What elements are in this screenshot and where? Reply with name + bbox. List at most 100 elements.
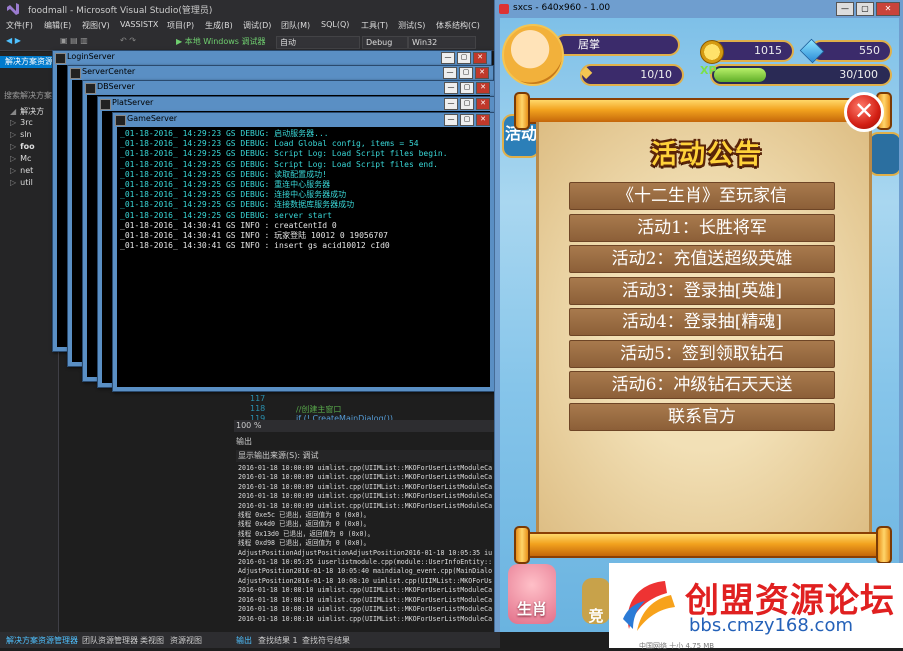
vs-toolbar: ◀ ▶ ▣ ▤ ▥ ↶ ↷ ▶ 本地 Windows 调试器 自动 Debug … [0, 34, 500, 51]
zodiac-nav-button[interactable]: 生肖 [508, 564, 556, 624]
close-button[interactable]: ✕ [476, 114, 490, 126]
stamina-icon: ◆ [580, 62, 593, 81]
output-line: 2016-01-18 10:08:10 uimlist.cpp(UIIMList… [238, 586, 492, 595]
zoom-level-dropdown[interactable]: 100 % [234, 420, 496, 432]
attach-dropdown[interactable]: 自动 [276, 36, 360, 49]
coin-icon [700, 40, 724, 64]
output-line: 2016-01-18 10:00:09 uimlist.cpp(UIIMList… [238, 501, 492, 510]
tab-resource-view[interactable]: 资源视图 [170, 635, 202, 646]
arena-nav-button[interactable]: 竞 [582, 578, 610, 625]
expand-icon: ▷ [10, 130, 17, 139]
menu-project[interactable]: 项目(P) [167, 20, 194, 31]
player-avatar[interactable] [502, 24, 564, 86]
output-lines: 2016-01-18 10:00:09 uimlist.cpp(UIIMList… [238, 464, 492, 632]
close-button[interactable]: ✕ [473, 52, 487, 64]
activity-item[interactable]: 《十二生肖》至玩家信 [569, 182, 835, 210]
tab-class-view[interactable]: 类视图 [140, 635, 164, 646]
menu-test[interactable]: 测试(S) [398, 20, 425, 31]
game-viewport[interactable]: 居掌 1015 550 10/10 ◆ 30/100 XP 活动 活动公告 《十… [500, 18, 899, 632]
solution-item-active[interactable]: ▷ foo [10, 142, 35, 151]
solution-item[interactable]: ▷ net [10, 166, 33, 175]
output-line: AdjustPosition2016-01-18 10:05:40 maindi… [238, 567, 492, 576]
tab-solution-explorer[interactable]: 解决方案资源管理器 [6, 635, 78, 646]
solution-explorer-header[interactable]: 解决方案资源管理器 [0, 56, 58, 68]
menu-build[interactable]: 生成(B) [205, 20, 233, 31]
activity-item[interactable]: 活动5：签到领取钻石 [569, 340, 835, 368]
xp-bar: 30/100 [710, 64, 892, 86]
code-editor[interactable]: 117 118 119 //创建主窗口 if (! CreateMainDial… [234, 390, 496, 432]
close-icon[interactable]: ✕ [844, 92, 884, 132]
console-icon [85, 83, 96, 94]
minimize-button[interactable]: — [444, 82, 458, 94]
activity-item[interactable]: 活动6：冲级钻石天天送 [569, 371, 835, 399]
start-debugging-button[interactable]: ▶ 本地 Windows 调试器 [176, 36, 266, 47]
tab-team-explorer[interactable]: 团队资源管理器 [82, 635, 138, 646]
maximize-button[interactable]: ▢ [460, 98, 474, 110]
output-source-select[interactable]: 显示输出来源(S): 调试 [236, 450, 492, 462]
close-button[interactable]: ✕ [475, 67, 489, 79]
solution-item[interactable]: ◢ 解决方 [10, 106, 44, 117]
console-line: _01-18-2016_ 14:29:23 GS DEBUG: Load Glo… [120, 139, 419, 149]
window-title: ServerCenter [82, 67, 136, 76]
output-line: 2016-01-18 10:08:10 uimlist.cpp(UIIMList… [238, 595, 492, 604]
console-line: _01-18-2016_ 14:29:25 GS DEBUG: 连接数据库服务器… [120, 200, 355, 210]
tab-find-results[interactable]: 查找结果 1 [258, 635, 298, 646]
menu-architecture[interactable]: 体系结构(C) [436, 20, 480, 31]
menu-file[interactable]: 文件(F) [6, 20, 33, 31]
activity-item[interactable]: 活动4：登录抽[精魂] [569, 308, 835, 336]
activity-item[interactable]: 活动3：登录抽[英雄] [569, 277, 835, 305]
platform-dropdown[interactable]: Win32 [408, 36, 476, 49]
back-icon[interactable]: ◀ ▶ [6, 36, 21, 45]
maximize-button[interactable]: ▢ [457, 52, 471, 64]
menu-team[interactable]: 团队(M) [281, 20, 310, 31]
close-button[interactable]: ✕ [476, 82, 490, 94]
tab-find-symbol-results[interactable]: 查找符号结果 [302, 635, 350, 646]
maximize-button[interactable]: ▢ [459, 67, 473, 79]
minimize-button[interactable]: — [444, 114, 458, 126]
menu-edit[interactable]: 编辑(E) [44, 20, 71, 31]
menu-vassistx[interactable]: VASSISTX [120, 20, 158, 29]
solution-item[interactable]: ▷ 3rc [10, 118, 33, 127]
console-icon [100, 99, 111, 110]
activity-item[interactable]: 活动2：充值送超级英雄 [569, 245, 835, 273]
solution-search-input[interactable]: 搜索解决方案 [4, 90, 52, 101]
solution-item[interactable]: ▷ Mc [10, 154, 31, 163]
console-line: _01-18-2016_ 14:30:41 GS INFO : 玩家登陆 100… [120, 231, 389, 241]
menu-tools[interactable]: 工具(T) [361, 20, 388, 31]
maximize-button[interactable]: ▢ [460, 82, 474, 94]
save-icon[interactable]: ▣ ▤ ▥ [60, 36, 88, 45]
maximize-button[interactable]: ▢ [460, 114, 474, 126]
console-line: _01-18-2016_ 14:29:25 GS DEBUG: Script L… [120, 159, 438, 169]
xp-fill [714, 68, 766, 82]
minimize-button[interactable]: — [444, 98, 458, 110]
menu-debug[interactable]: 调试(D) [243, 20, 271, 31]
line-number: 118 [250, 404, 266, 413]
gameserver-window[interactable]: GameServer — ▢ ✕ _01-18-2016_ 14:29:23 GS … [112, 112, 495, 392]
stamina-value: 10/10 [640, 68, 672, 81]
contact-official-button[interactable]: 联系官方 [569, 403, 835, 431]
configuration-dropdown[interactable]: Debug [362, 36, 408, 49]
expand-icon: ▷ [10, 118, 17, 127]
minimize-button[interactable]: — [443, 67, 457, 79]
maximize-button[interactable]: ▢ [856, 2, 874, 16]
scroll-bottom-rod [524, 532, 884, 558]
minimize-button[interactable]: — [836, 2, 854, 16]
output-line: AdjustPosition2016-01-18 10:08:10 uimlis… [238, 576, 492, 585]
solution-item[interactable]: ▷ util [10, 178, 33, 187]
close-button[interactable]: ✕ [476, 98, 490, 110]
console-line: _01-18-2016_ 14:29:25 GS DEBUG: 读取配置成功! [120, 169, 327, 179]
gameserver-console: _01-18-2016_ 14:29:23 GS DEBUG: 启动服务器...… [117, 127, 490, 387]
solution-item[interactable]: ▷ sln [10, 130, 32, 139]
activity-item[interactable]: 活动1：长胜将军 [569, 214, 835, 242]
tab-output[interactable]: 输出 [236, 635, 252, 646]
scroll-bottom-left-knob [514, 526, 530, 564]
menu-view[interactable]: 视图(V) [82, 20, 110, 31]
console-line: _01-18-2016_ 14:30:41 GS INFO : insert g… [120, 241, 390, 251]
close-button[interactable]: ✕ [876, 2, 900, 16]
minimize-button[interactable]: — [441, 52, 455, 64]
expand-icon: ▷ [10, 166, 17, 175]
xp-value: 30/100 [839, 68, 878, 81]
menu-sql[interactable]: SQL(Q) [321, 20, 349, 29]
undo-icon[interactable]: ↶ ↷ [120, 36, 136, 45]
output-line: 线程 0x4d0 已退出，返回值为 0 (0x0)。 [238, 520, 371, 529]
